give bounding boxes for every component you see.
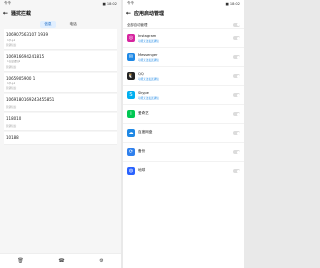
app-status: 可能无法发送通知 bbox=[138, 39, 159, 43]
baidu-pan-icon: ☁ bbox=[127, 129, 135, 137]
app-name: 爱奇艺 bbox=[138, 111, 149, 115]
app-toggle[interactable] bbox=[233, 74, 240, 78]
list-item[interactable]: 10188 bbox=[4, 131, 117, 146]
app-name: QQ bbox=[138, 71, 144, 76]
message-preview: 【孕子】 bbox=[6, 38, 17, 42]
app-name: 百度网盘 bbox=[138, 130, 153, 134]
tab-messages[interactable]: 信息 bbox=[40, 21, 56, 28]
status-bar: 令令 ■ 18:02 bbox=[0, 0, 121, 7]
page-title: 应用启动管理 bbox=[134, 10, 165, 17]
list-item[interactable]: 1069180169243455851 营销短信 bbox=[4, 94, 117, 112]
app-status: 可能无法发送通知 bbox=[138, 58, 159, 62]
sender: 106916694241815 bbox=[6, 53, 45, 59]
back-icon[interactable]: ← bbox=[3, 10, 11, 17]
app-toggle[interactable] bbox=[233, 55, 240, 59]
list-item[interactable]: 118010 营销短信 bbox=[4, 112, 117, 131]
delete-button[interactable]: 🗑 bbox=[17, 258, 23, 264]
app-row-globe[interactable]: ◍ 地球 bbox=[123, 161, 244, 180]
app-name: Messenger bbox=[138, 52, 158, 57]
phone-icon: ☎ bbox=[58, 258, 65, 264]
app-status: 可能无法发送通知 bbox=[138, 77, 159, 81]
message-category: 营销短信 bbox=[6, 43, 17, 47]
left-screen: 令令 ■ 18:02 ← 骚扰拦截 信息 电话 106907563107 193… bbox=[0, 0, 121, 268]
tab-calls[interactable]: 电话 bbox=[66, 21, 81, 28]
app-row-qq[interactable]: 🐧 QQ 可能无法发送通知 bbox=[123, 66, 244, 85]
auto-manage-row[interactable]: 全部自动管理 bbox=[123, 21, 244, 28]
app-name: Instagram bbox=[138, 33, 157, 38]
message-preview: 【百度钱包】 bbox=[6, 60, 22, 64]
status-left: 令令 bbox=[127, 1, 134, 5]
auto-manage-label: 全部自动管理 bbox=[127, 23, 148, 27]
app-toggle[interactable] bbox=[233, 131, 240, 135]
app-toggle[interactable] bbox=[233, 93, 240, 97]
qq-icon: 🐧 bbox=[127, 72, 135, 80]
message-category: 营销短信 bbox=[6, 87, 17, 91]
app-toggle[interactable] bbox=[233, 112, 240, 116]
app-row-backup[interactable]: ⟳ 备份 bbox=[123, 142, 244, 161]
rules-button[interactable]: ☎ bbox=[58, 258, 64, 264]
app-name: 备份 bbox=[138, 149, 146, 153]
message-category: 营销短信 bbox=[6, 65, 17, 69]
instagram-icon: ◎ bbox=[127, 34, 135, 42]
app-name: 地球 bbox=[138, 168, 146, 172]
list-item[interactable]: 106916694241815 【百度钱包】 营销短信 bbox=[4, 50, 117, 72]
list-item[interactable]: 106907563107 1939 【孕子】 营销短信 bbox=[4, 29, 117, 50]
app-row-instagram[interactable]: ◎ Instagram 可能无法发送通知 bbox=[123, 28, 244, 47]
back-icon[interactable]: ← bbox=[126, 10, 134, 17]
settings-button[interactable]: ⚙ bbox=[99, 258, 103, 264]
message-category: 营销短信 bbox=[6, 124, 17, 128]
status-left: 令令 bbox=[4, 1, 11, 5]
app-toggle[interactable] bbox=[233, 169, 240, 173]
status-bar: 令令 ■ 18:02 bbox=[123, 0, 244, 7]
sender: 1069180169243455851 bbox=[6, 97, 55, 103]
sender: 10188 bbox=[6, 134, 19, 140]
sender: 106907563107 1939 bbox=[6, 32, 48, 37]
app-row-skype[interactable]: S Skype 可能无法发送通知 bbox=[123, 85, 244, 104]
app-row-iqiyi[interactable]: i 爱奇艺 bbox=[123, 104, 244, 123]
status-right: ■ 18:02 bbox=[102, 1, 117, 6]
skype-icon: S bbox=[127, 91, 135, 99]
trash-icon: 🗑 bbox=[17, 258, 24, 264]
tabs: 信息 电话 bbox=[0, 21, 121, 28]
app-toggle[interactable] bbox=[233, 150, 240, 154]
page-header: ← 骚扰拦截 bbox=[0, 7, 121, 19]
backup-icon: ⟳ bbox=[127, 148, 135, 156]
page-title: 骚扰拦截 bbox=[11, 10, 32, 17]
sender: 118010 bbox=[6, 115, 22, 121]
iqiyi-icon: i bbox=[127, 110, 135, 118]
auto-manage-toggle[interactable] bbox=[233, 22, 240, 27]
bottom-toolbar: 🗑 ☎ ⚙ bbox=[0, 253, 121, 268]
app-name: Skype bbox=[138, 90, 149, 95]
app-row-messenger[interactable]: ✉ Messenger 可能无法发送通知 bbox=[123, 47, 244, 66]
messenger-icon: ✉ bbox=[127, 53, 135, 61]
app-toggle[interactable] bbox=[233, 36, 240, 40]
sender: 1065905900 1 bbox=[6, 75, 36, 81]
message-category: 营销短信 bbox=[6, 105, 17, 109]
list-item[interactable]: 1065905900 1 【孕子】 营销短信 bbox=[4, 72, 117, 94]
app-status: 可能无法发送通知 bbox=[138, 96, 159, 100]
status-right: ■ 18:02 bbox=[225, 1, 240, 6]
gear-icon: ⚙ bbox=[99, 258, 104, 264]
page-header: ← 应用启动管理 bbox=[123, 7, 244, 19]
right-screen: 令令 ■ 18:02 ← 应用启动管理 全部自动管理 ◎ Instagram 可… bbox=[123, 0, 244, 268]
globe-icon: ◍ bbox=[127, 167, 135, 175]
app-row-baidu-pan[interactable]: ☁ 百度网盘 bbox=[123, 123, 244, 142]
message-preview: 【孕子】 bbox=[6, 82, 17, 86]
